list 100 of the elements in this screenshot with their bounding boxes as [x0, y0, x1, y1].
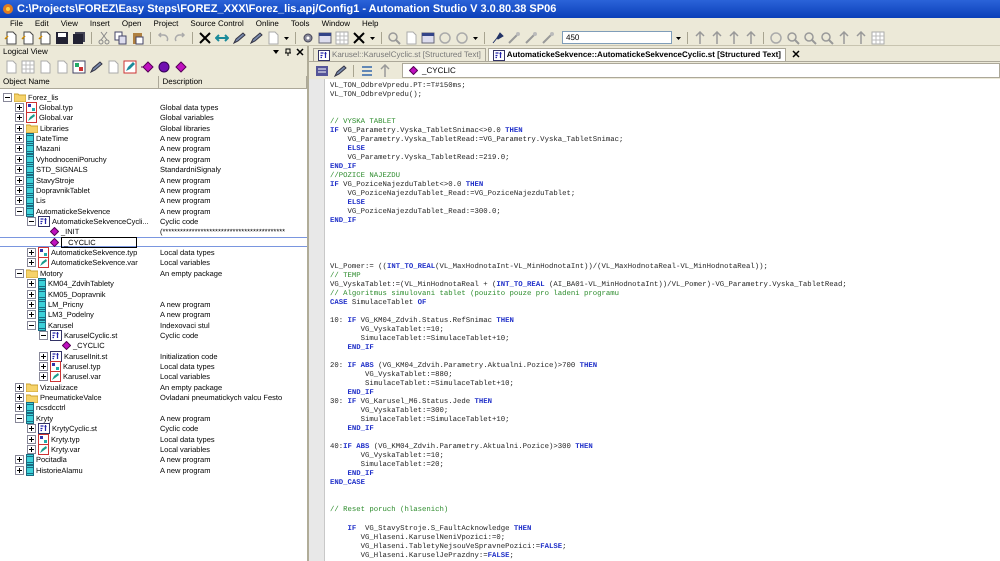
diamond-icon	[62, 341, 71, 350]
diamond-arrow-icon[interactable]	[140, 60, 154, 74]
menu-item[interactable]: View	[54, 18, 84, 30]
menu-item[interactable]: Insert	[84, 18, 116, 30]
folder-icon	[26, 268, 38, 278]
expand-toggle[interactable]	[15, 124, 24, 133]
expand-toggle[interactable]	[27, 424, 36, 434]
edit-document-icon[interactable]	[123, 60, 137, 74]
structured-text-icon	[318, 50, 330, 60]
window-icon[interactable]	[318, 30, 332, 44]
expand-toggle[interactable]	[27, 258, 36, 268]
expand-toggle[interactable]	[27, 248, 36, 258]
expand-toggle[interactable]	[15, 186, 24, 195]
close-icon[interactable]	[792, 50, 800, 58]
clipboard-icon[interactable]	[131, 30, 145, 44]
expand-toggle[interactable]	[15, 134, 24, 144]
copy-icon[interactable]	[114, 30, 128, 44]
new-file-icon[interactable]	[38, 30, 52, 44]
window-icon[interactable]	[421, 30, 435, 44]
expand-toggle[interactable]	[27, 300, 36, 309]
expand-toggle[interactable]	[15, 103, 24, 112]
action-dropdown[interactable]: _CYCLIC	[402, 63, 1000, 78]
collapse-toggle[interactable]	[27, 320, 36, 330]
close-icon[interactable]	[296, 48, 304, 56]
app-icon	[2, 3, 14, 15]
collapse-toggle[interactable]	[27, 217, 36, 226]
expand-toggle[interactable]	[15, 196, 24, 206]
structured-text-icon	[50, 330, 62, 341]
expand-toggle[interactable]	[27, 310, 36, 320]
panel-title: Logical View	[3, 46, 48, 58]
expand-toggle[interactable]	[39, 362, 48, 372]
variables-icon	[38, 257, 49, 268]
expand-toggle[interactable]	[15, 403, 24, 412]
collapse-toggle[interactable]	[15, 206, 24, 216]
menu-item[interactable]: Help	[356, 18, 384, 30]
lines-icon[interactable]	[360, 64, 374, 78]
expand-toggle[interactable]	[39, 352, 48, 361]
data-types-icon	[38, 434, 49, 445]
pencil-icon[interactable]	[89, 60, 103, 74]
data-types-icon	[26, 102, 37, 114]
folder-icon	[26, 123, 38, 134]
expand-toggle[interactable]	[27, 290, 36, 299]
folder-icon	[14, 92, 26, 102]
pin-icon[interactable]	[490, 30, 504, 44]
ball-icon[interactable]	[157, 60, 171, 74]
expand-toggle[interactable]	[15, 154, 24, 164]
save-icon[interactable]	[55, 30, 69, 44]
collapse-toggle[interactable]	[15, 414, 24, 423]
new-file-icon[interactable]	[21, 30, 35, 44]
collapse-toggle[interactable]	[15, 268, 24, 278]
diamond-icon[interactable]	[174, 60, 188, 74]
new-file-icon[interactable]	[4, 30, 18, 44]
data-types-icon	[38, 247, 49, 258]
editor-tab[interactable]: AutomatickeSekvence::AutomatickeSekvenceCyclic.st [Structured Text]	[488, 48, 786, 61]
expand-toggle[interactable]	[27, 434, 36, 444]
delete-icon[interactable]	[198, 30, 212, 44]
menu-item[interactable]: Tools	[284, 18, 316, 30]
expand-toggle[interactable]	[15, 382, 24, 392]
menu-item[interactable]: Project	[147, 18, 184, 30]
structured-text-icon	[38, 423, 50, 434]
folder-icon	[26, 392, 38, 403]
caret-icon[interactable]	[369, 34, 376, 40]
dropdown-arrow-icon[interactable]	[272, 48, 280, 56]
expand-toggle[interactable]	[27, 279, 36, 288]
caret-icon[interactable]	[283, 34, 290, 40]
menu-item[interactable]: Source Control	[184, 18, 250, 30]
collapse-toggle[interactable]	[3, 92, 12, 102]
diamond-icon	[409, 66, 418, 75]
structured-text-icon	[50, 350, 62, 362]
expand-toggle[interactable]	[15, 113, 24, 122]
expand-toggle[interactable]	[15, 176, 24, 185]
zoom-field[interactable]: 450	[562, 31, 672, 44]
data-types-icon	[50, 361, 61, 372]
pin-icon[interactable]	[284, 48, 292, 56]
caret-icon[interactable]	[472, 34, 479, 40]
menu-item[interactable]: Online	[250, 18, 285, 30]
expand-toggle[interactable]	[15, 455, 24, 464]
variables-icon	[50, 371, 61, 382]
list-icon[interactable]	[315, 64, 329, 78]
expand-toggle[interactable]	[15, 165, 24, 174]
gear-icon[interactable]	[301, 30, 315, 44]
delete-icon[interactable]	[352, 30, 366, 44]
expand-toggle[interactable]	[39, 372, 48, 382]
expand-toggle[interactable]	[15, 466, 24, 475]
menu-item[interactable]: Window	[316, 18, 356, 30]
expand-toggle[interactable]	[27, 444, 36, 454]
column-header[interactable]: Description	[159, 76, 307, 88]
expand-toggle[interactable]	[15, 144, 24, 154]
save-all-icon[interactable]	[72, 30, 86, 44]
editor-tab[interactable]: Karusel::KaruselCyclic.st [Structured Text]	[313, 48, 486, 61]
color-palette-icon[interactable]	[72, 60, 86, 74]
menu-item[interactable]: Open	[116, 18, 148, 30]
expand-toggle[interactable]	[15, 393, 24, 402]
caret-icon[interactable]	[675, 34, 682, 40]
structured-text-icon	[492, 50, 505, 60]
collapse-toggle[interactable]	[39, 330, 48, 340]
column-header[interactable]: Object Name	[0, 76, 160, 88]
menu-item[interactable]: File	[4, 18, 29, 30]
menu-item[interactable]: Edit	[28, 18, 55, 30]
window-title: C:\Projects\FOREZ\Easy Steps\FOREZ_XXX\Forez_lis.apj/Config1 - Automation Studio V 3.0.80.38 SP06	[17, 2, 556, 17]
